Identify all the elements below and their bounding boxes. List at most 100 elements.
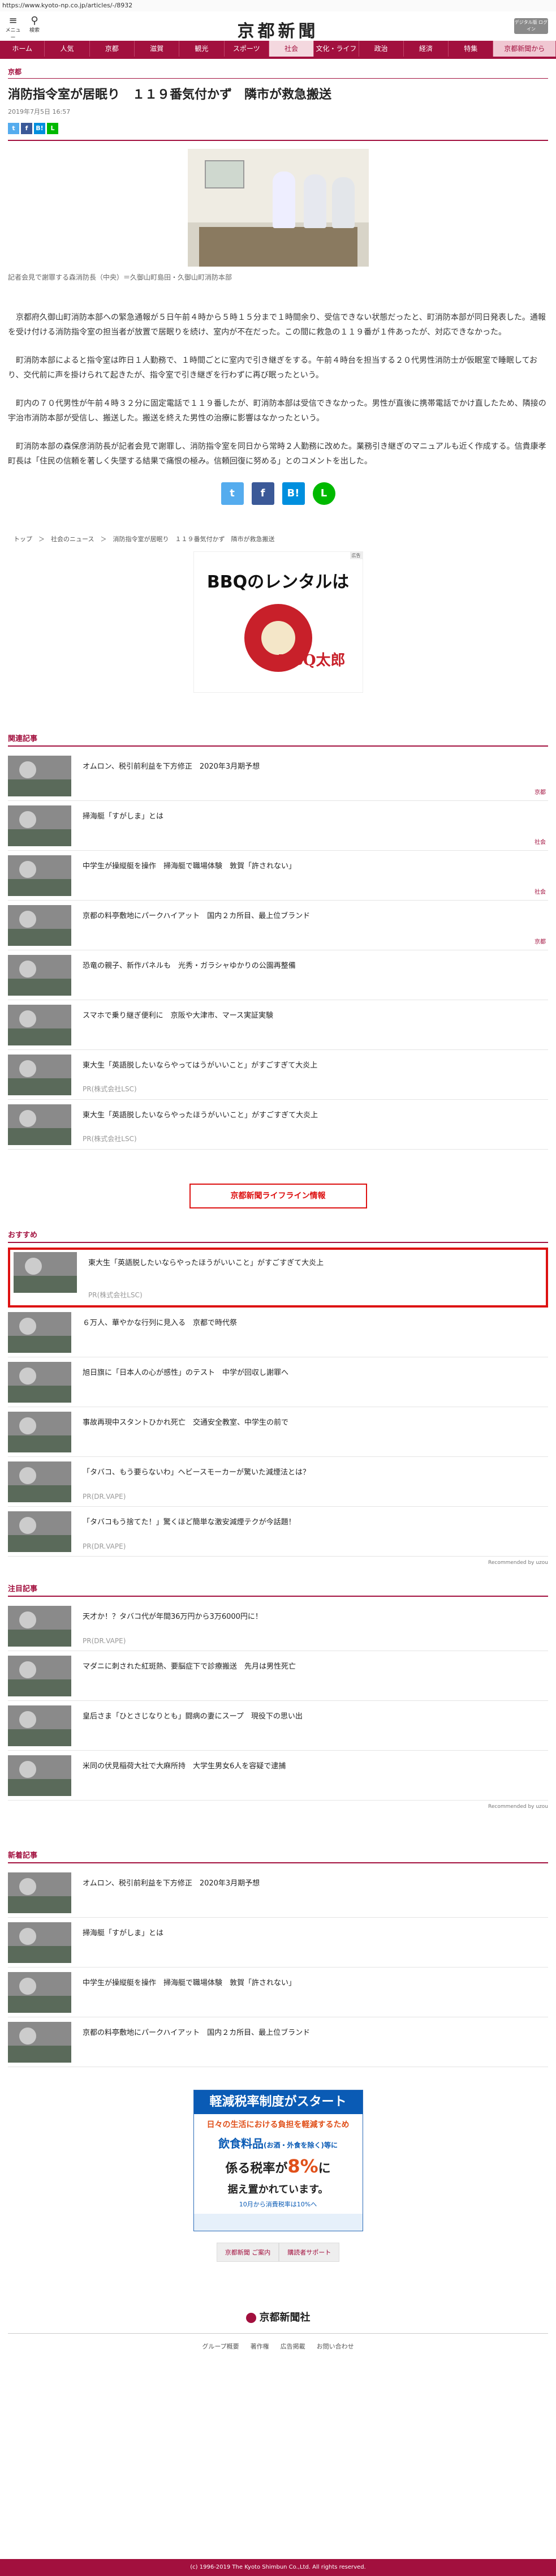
thumb-figure — [19, 1661, 36, 1678]
list-item-highlighted[interactable]: 東大生「英語脱したいならやったほうがいいこと」がすごすぎて大炎上 PR(株式会社L… — [8, 1248, 548, 1308]
thumbnail — [8, 1872, 71, 1913]
list-item[interactable]: 旭日旗に「日本人の心が感性」のテスト 中学が回収し謝罪へ — [8, 1357, 548, 1407]
list-item[interactable]: 皇后さま「ひとさじなりとも」闘病の妻にスープ 現役下の思い出 — [8, 1701, 548, 1751]
photo-wrap — [8, 149, 548, 269]
item-title: 中学生が操縦艇を操作 掃海艇で職場体験 敦賀「許されない」 — [83, 862, 296, 871]
item-tag: 社会 — [535, 889, 546, 895]
thumb-figure — [19, 1878, 36, 1895]
nav-item-society[interactable]: 社会 — [269, 41, 314, 57]
list-item[interactable]: 東大生「英語脱したいならやってはうがいいこと」がすごすぎて大炎上 PR(株式会社L… — [8, 1050, 548, 1100]
list-item[interactable]: オムロン、税引前利益を下方修正 2020年3月期予想 京都 — [8, 751, 548, 801]
nav-item-politics[interactable]: 政治 — [359, 41, 404, 57]
latest-section-title: 新着記事 — [8, 1849, 548, 1863]
item-source: PR(DR.VAPE) — [83, 1637, 126, 1645]
list-item[interactable]: 京都の料亭敷地にパークハイアット 国内２カ所目、最上位ブランド 京都 — [8, 901, 548, 950]
nav-item-culture[interactable]: 文化・ライフ — [314, 41, 359, 57]
thumb-ground — [8, 929, 71, 946]
nav-item-shiga[interactable]: 滋賀 — [135, 41, 180, 57]
related-list: オムロン、税引前利益を下方修正 2020年3月期予想 京都 掃海艇「すがしま」とは… — [8, 751, 548, 1150]
ad-banner-bbq[interactable]: 広告 BBQのレンタルは BBQ太郎 — [193, 551, 363, 693]
footer-link-copyright[interactable]: 著作権 — [251, 2342, 269, 2351]
footer-link-ads[interactable]: 広告掲載 — [281, 2342, 305, 2351]
list-item[interactable]: 京都の料亭敷地にパークハイアット 国内２カ所目、最上位ブランド — [8, 2017, 548, 2067]
list-item[interactable]: マダニに刺された紅斑熱、要脳症下で診療搬送 先月は男性死亡 — [8, 1651, 548, 1701]
hatena-icon[interactable]: B! — [282, 482, 305, 505]
list-item[interactable]: 掃海艇「すがしま」とは 社会 — [8, 801, 548, 851]
nav-item-economy[interactable]: 経済 — [404, 41, 449, 57]
facebook-icon[interactable]: f — [251, 482, 274, 505]
footer-buttons: 京都新聞 ご案内 購読者サポート — [8, 2243, 548, 2262]
support-button[interactable]: 購読者サポート — [279, 2243, 340, 2262]
item-source: PR(株式会社LSC) — [83, 1085, 137, 1093]
thumbnail — [8, 905, 71, 946]
list-item[interactable]: オムロン、税引前利益を下方修正 2020年3月期予想 — [8, 1868, 548, 1918]
thumb-ground — [8, 1996, 71, 2013]
recommended-section-title: おすすめ — [8, 1229, 548, 1243]
thumb-figure — [19, 1467, 36, 1484]
ad2-strip — [193, 2214, 363, 2231]
list-item[interactable]: スマホで乗り継ぎ便利に 京阪や大津市、マース実証実験 — [8, 1000, 548, 1050]
list-item[interactable]: 東大生「英語脱したいならやったほうがいいこと」がすごすぎて大炎上 PR(株式会社L… — [8, 1100, 548, 1150]
article-photo[interactable] — [187, 149, 369, 267]
thumb-ground — [8, 1946, 71, 1963]
item-title: マダニに刺された紅斑熱、要脳症下で診療搬送 先月は男性死亡 — [83, 1662, 296, 1671]
nav-item-tourism[interactable]: 観光 — [179, 41, 225, 57]
featured-section-title: 注目記事 — [8, 1583, 548, 1597]
list-item[interactable]: 中学生が操縦艇を操作 掃海艇で職場体験 敦賀「許されない」 — [8, 1968, 548, 2017]
footer-logo[interactable]: 京都新聞社 — [0, 2309, 556, 2324]
guide-button[interactable]: 京都新聞 ご案内 — [216, 2243, 279, 2262]
thumb-ground — [8, 829, 71, 846]
list-item[interactable]: 掃海艇「すがしま」とは — [8, 1918, 548, 1968]
hatena-icon[interactable]: B! — [34, 123, 45, 134]
thumb-figure — [19, 1417, 36, 1434]
thumbnail — [8, 1972, 71, 2013]
nav-item-kyoto[interactable]: 京都 — [90, 41, 135, 57]
twitter-icon[interactable]: t — [221, 482, 244, 505]
site-logo[interactable]: 京都新聞 — [0, 17, 556, 42]
list-item[interactable]: ６万人、華やかな行列に見入る 京都で時代祭 — [8, 1308, 548, 1357]
breadcrumb[interactable]: トップ ＞ 社会のニュース ＞ 消防指令室が居眠り １１９番気付かず 隣市が救急… — [8, 534, 548, 543]
nav-item-popular[interactable]: 人気 — [45, 41, 90, 57]
list-item[interactable]: 天才か！？タバコ代が年間36万円から3万6000円に！ PR(DR.VAPE) — [8, 1601, 548, 1651]
thumb-ground — [8, 779, 71, 796]
line-icon[interactable]: L — [312, 482, 335, 505]
nav-item-from-kyoto[interactable]: 京都新聞から — [493, 41, 556, 57]
header: ≡ メニュー ⚲ 検索 京都新聞 デジタル版 ログイン — [0, 11, 556, 41]
footer-link-group[interactable]: グループ概要 — [202, 2342, 239, 2351]
thumbnail — [8, 1606, 71, 1647]
facebook-icon[interactable]: f — [21, 123, 32, 134]
list-item[interactable]: 米同の伏見稲荷大社で大麻所持 大学生男女6人を容疑で逮捕 — [8, 1751, 548, 1801]
thumbnail — [8, 1104, 71, 1145]
article-category[interactable]: 京都 — [8, 67, 548, 79]
list-item[interactable]: 中学生が操縦艇を操作 掃海艇で職場体験 敦賀「許されない」社会 — [8, 851, 548, 901]
footer-link-contact[interactable]: お問い合わせ — [317, 2342, 354, 2351]
item-title: 事故再現中スタントひかれ死亡 交通安全教室、中学生の前で — [83, 1418, 289, 1427]
ad2-food: 飲食料品 — [218, 2137, 264, 2150]
line-icon[interactable]: L — [47, 123, 58, 134]
thumb-figure — [19, 1318, 36, 1335]
list-item[interactable]: 事故再現中スタントひかれ死亡 交通安全教室、中学生の前で — [8, 1407, 548, 1457]
photo-person — [272, 172, 295, 228]
thumb-figure — [19, 811, 36, 828]
logo-mark-icon — [245, 2313, 256, 2323]
item-tag: 京都 — [535, 939, 546, 945]
ad-headline: BBQのレンタルは — [206, 572, 350, 592]
ad-banner-tax[interactable]: 軽減税率制度がスタート 日々の生活における負担を軽減するため 飲食料品(お酒・外… — [193, 2090, 363, 2231]
list-item[interactable]: 「タバコ、もう要らないわ」ヘビースモーカーが驚いた減煙法とは？ PR(DR.VAP… — [8, 1457, 548, 1507]
article-body: 京都府久御山町消防本部への緊急通報が５日午前４時から５時１５分まで１時間余り、受… — [8, 310, 548, 469]
share-row-bottom: t f B! L — [8, 482, 548, 505]
digital-login-button[interactable]: デジタル版 ログイン — [514, 18, 548, 34]
list-item[interactable]: 「タバコもう捨てた！」驚くほど簡単な激安減煙テクが今話題！ PR(DR.VAPE) — [8, 1507, 548, 1557]
nav-item-home[interactable]: ホーム — [0, 41, 45, 57]
nav-item-sports[interactable]: スポーツ — [225, 41, 269, 57]
ad2-rate-suffix: に — [318, 2162, 331, 2176]
item-source: PR(株式会社LSC) — [88, 1291, 143, 1299]
lifeline-button[interactable]: 京都新聞ライフライン情報 — [189, 1184, 367, 1208]
nav-rule — [0, 57, 556, 59]
thumbnail — [8, 1922, 71, 1963]
thumbnail — [8, 1412, 71, 1452]
nav-item-features[interactable]: 特集 — [449, 41, 494, 57]
ad2-line1: 日々の生活における負担を軽減するため — [206, 2120, 350, 2129]
twitter-icon[interactable]: t — [8, 123, 19, 134]
list-item[interactable]: 恐竜の親子、新作パネルも 光秀・ガラシャゆかりの公園再整備 — [8, 950, 548, 1000]
